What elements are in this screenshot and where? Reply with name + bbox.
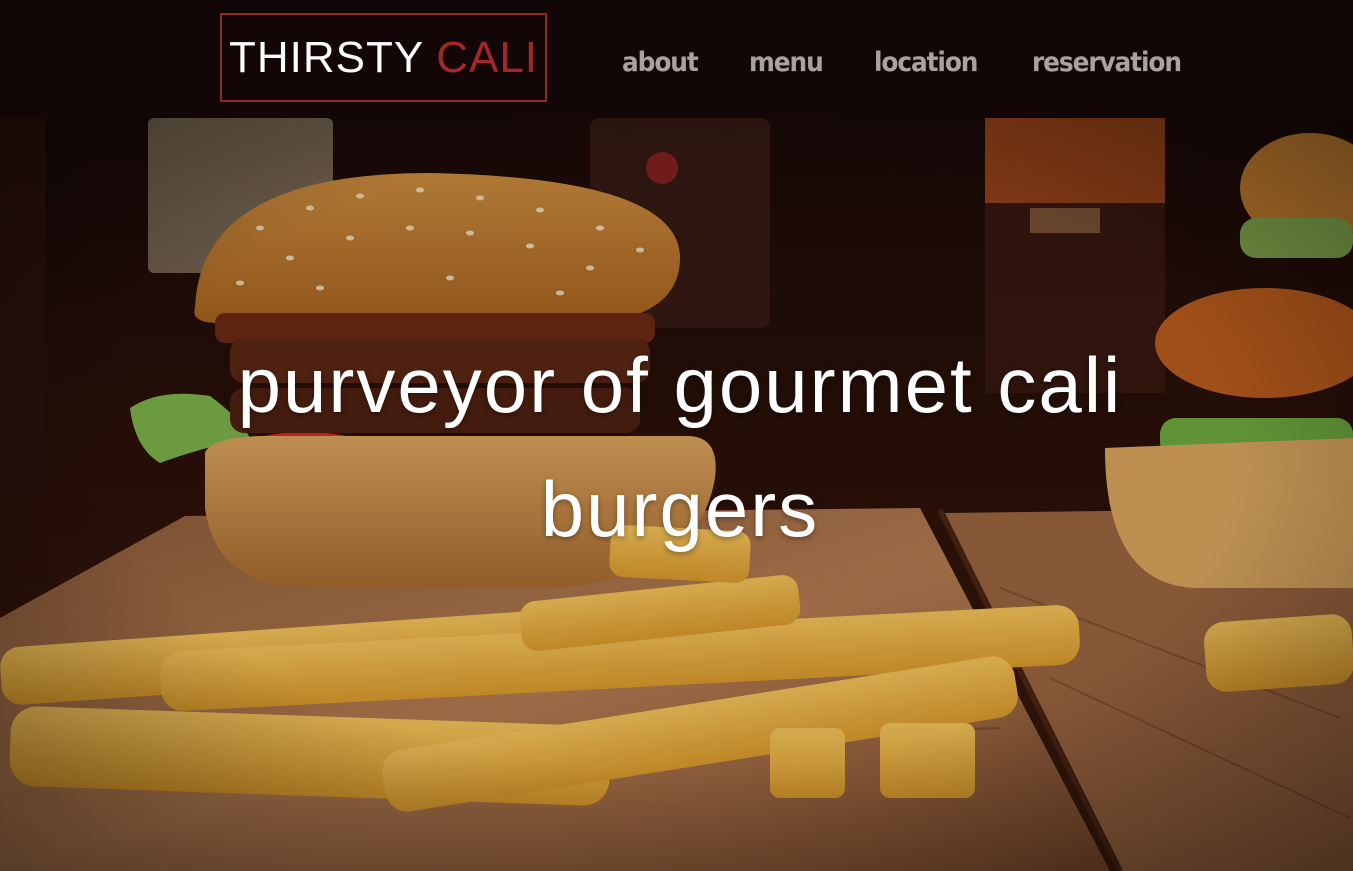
nav-link-reservation[interactable]: reservation	[1032, 47, 1182, 78]
nav-link-location[interactable]: location	[874, 47, 978, 78]
logo-word-thirsty: THIRSTY	[228, 32, 425, 82]
site-logo[interactable]: THIRSTY CALI	[220, 13, 547, 102]
hero-heading: purveyor of gourmet cali burgers	[237, 341, 1123, 553]
main-nav: about menu location reservation	[622, 40, 1194, 84]
logo-word-cali: CALI	[436, 32, 539, 82]
nav-link-about[interactable]: about	[622, 47, 699, 78]
hero-section: purveyor of gourmet cali burgers	[0, 118, 1353, 871]
navbar: THIRSTY CALI about menu location reserva…	[0, 0, 1353, 118]
nav-link-menu[interactable]: menu	[749, 47, 824, 78]
